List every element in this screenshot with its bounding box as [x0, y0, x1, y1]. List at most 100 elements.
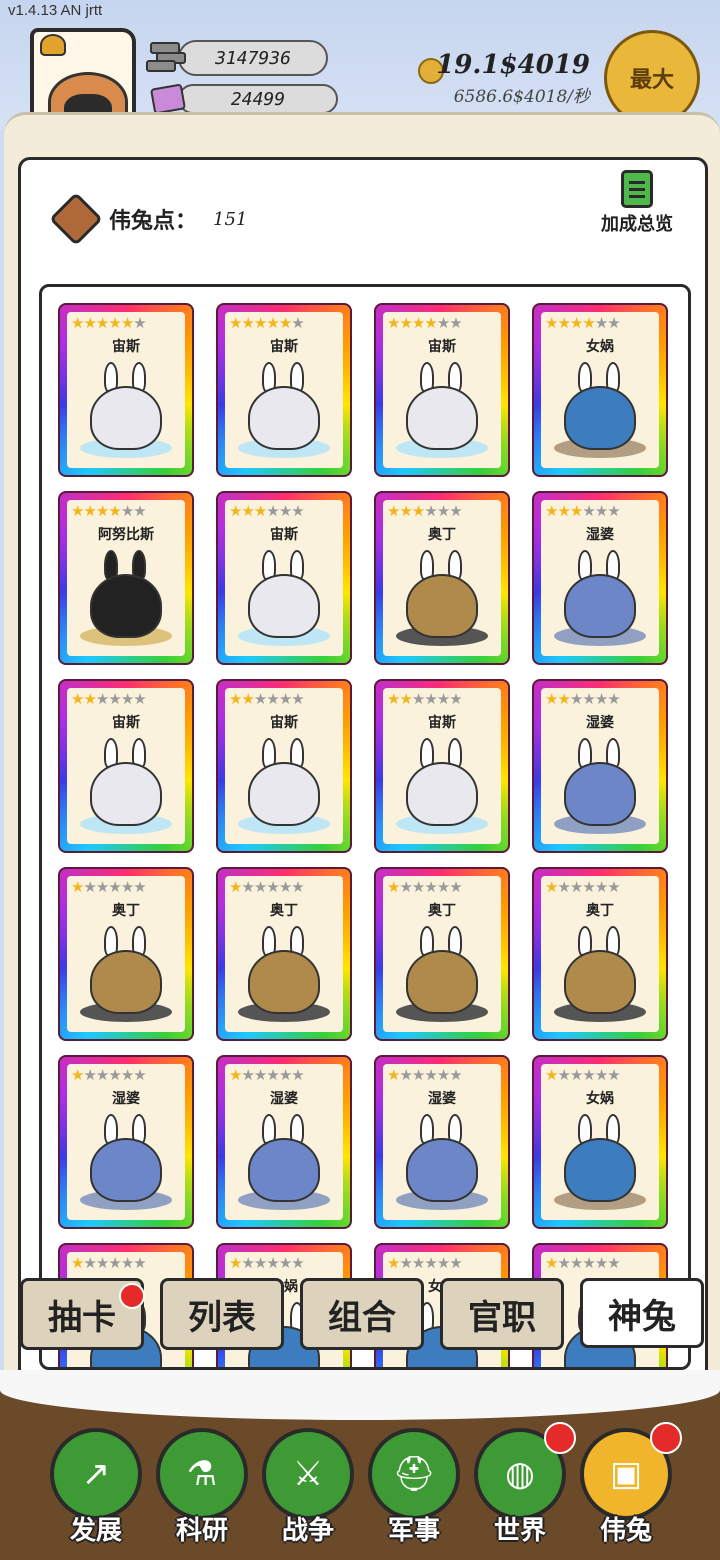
star-rating: ★★★★★★: [229, 690, 305, 708]
card-inner: ★★★★★★ 宙斯: [67, 688, 185, 844]
card-inner: ★★★★★★ 奥丁: [383, 500, 501, 656]
star-icon: ★: [95, 314, 109, 332]
nav-label: 发展: [69, 1516, 122, 1546]
star-icon: ★: [557, 502, 570, 520]
star-icon: ★: [582, 502, 595, 520]
star-icon: ★: [594, 502, 608, 520]
card-inner: ★★★★★★ 湿婆: [225, 1064, 343, 1220]
star-icon: ★: [607, 502, 620, 520]
odin-rabbit-icon: [396, 548, 488, 648]
star-rating: ★★★★★★: [71, 502, 147, 520]
card-name: 湿婆: [270, 1091, 298, 1107]
star-icon: ★: [436, 1066, 450, 1084]
god-card[interactable]: ★★★★★★ 湿婆: [216, 1055, 352, 1229]
god-card[interactable]: ★★★★★★ 宙斯: [58, 679, 194, 853]
avatar[interactable]: [30, 28, 136, 124]
silver-ingot-icon: [146, 40, 188, 74]
card-name: 宙斯: [428, 339, 456, 355]
god-card[interactable]: ★★★★★★女娲: [532, 1055, 668, 1229]
god-card[interactable]: ★★★★★★ 奥丁: [216, 867, 352, 1041]
nav-label: 科研: [175, 1516, 228, 1546]
god-card[interactable]: ★★★★★★ 湿婆: [58, 1055, 194, 1229]
nav-item-3[interactable]: ⛑ 军事: [366, 1428, 462, 1547]
star-rating: ★★★★★★: [387, 1254, 463, 1272]
card-inner: ★★★★★★女娲: [541, 312, 659, 468]
tab-0[interactable]: 抽卡: [20, 1278, 145, 1350]
god-card[interactable]: ★★★★★★ 宙斯: [216, 303, 352, 477]
god-card[interactable]: ★★★★★★ 宙斯: [58, 303, 194, 477]
star-icon: ★: [399, 1066, 412, 1084]
notification-dot: [544, 1422, 576, 1454]
arrow-icon: ↗: [50, 1428, 142, 1520]
god-card[interactable]: ★★★★★★ 湿婆: [532, 491, 668, 665]
star-rating: ★★★★★★: [229, 1066, 305, 1084]
card-grid-frame[interactable]: ★★★★★★ 宙斯 ★★★★★★ 宙斯 ★★★★★★ 宙斯 ★★★★★★ 女娲 ★★★★★★ 阿努…: [39, 284, 691, 1370]
card-name: 奥丁: [428, 903, 456, 919]
shiva-rabbit-icon: [80, 1112, 172, 1212]
god-card[interactable]: ★★★★★★女娲: [532, 303, 668, 477]
star-icon: ★: [229, 314, 242, 332]
star-icon: ★: [607, 878, 620, 896]
star-icon: ★: [229, 878, 242, 896]
god-card[interactable]: ★★★★★★ 奥丁: [58, 867, 194, 1041]
star-icon: ★: [266, 690, 279, 708]
god-card[interactable]: ★★★★★★ 奥丁: [374, 491, 510, 665]
star-icon: ★: [229, 690, 242, 708]
nav-item-5[interactable]: ▣ 伟兔: [578, 1422, 682, 1547]
god-card[interactable]: ★★★★★★ 宙斯: [374, 303, 510, 477]
odin-rabbit-icon: [396, 924, 488, 1024]
card-inner: ★★★★★★ 奥丁: [383, 876, 501, 1032]
god-card[interactable]: ★★★★★★ 湿婆: [532, 679, 668, 853]
god-card[interactable]: ★★★★★★ 阿努比斯: [58, 491, 194, 665]
shiva-rabbit-icon: [238, 1112, 330, 1212]
star-icon: ★: [557, 878, 570, 896]
star-icon: ★: [120, 878, 134, 896]
god-card[interactable]: ★★★★★★ 湿婆: [374, 1055, 510, 1229]
points-label: 伟兔点：: [109, 209, 198, 234]
star-icon: ★: [424, 878, 437, 896]
star-icon: ★: [83, 502, 96, 520]
god-card[interactable]: ★★★★★★ 宙斯: [374, 679, 510, 853]
card-inner: ★★★★★★ 宙斯: [67, 312, 185, 468]
tab-1[interactable]: 列表: [160, 1278, 284, 1350]
card-inner: ★★★★★★ 阿努比斯: [67, 500, 185, 656]
star-icon: ★: [607, 1254, 620, 1272]
god-card[interactable]: ★★★★★★ 奥丁: [374, 867, 510, 1041]
star-icon: ★: [399, 878, 412, 896]
nav-item-4[interactable]: ◍ 世界: [472, 1422, 576, 1547]
tab-3[interactable]: 官职: [440, 1278, 564, 1350]
nav-item-0[interactable]: ↗ 发展: [48, 1428, 144, 1547]
star-icon: ★: [83, 1254, 96, 1272]
star-rating: ★★★★★★: [387, 878, 463, 896]
star-icon: ★: [253, 1066, 267, 1084]
star-icon: ★: [411, 1254, 425, 1272]
card-inner: ★★★★★★ 宙斯: [383, 688, 501, 844]
star-icon: ★: [95, 690, 109, 708]
star-icon: ★: [594, 1254, 608, 1272]
bonus-overview-button[interactable]: 加成总览: [587, 170, 687, 240]
tab-4[interactable]: 神兔: [580, 1278, 704, 1348]
star-icon: ★: [411, 502, 425, 520]
card-name: 湿婆: [586, 715, 614, 731]
star-icon: ★: [241, 878, 254, 896]
star-icon: ★: [253, 878, 267, 896]
god-card[interactable]: ★★★★★★ 宙斯: [216, 679, 352, 853]
star-icon: ★: [436, 690, 450, 708]
card-inner: ★★★★★★女娲: [541, 1064, 659, 1220]
anubis-rabbit-icon: [80, 548, 172, 648]
tab-2[interactable]: 组合: [300, 1278, 424, 1350]
star-icon: ★: [545, 690, 558, 708]
star-icon: ★: [266, 1066, 279, 1084]
card-inner: ★★★★★★ 奥丁: [67, 876, 185, 1032]
star-icon: ★: [278, 502, 292, 520]
god-card[interactable]: ★★★★★★ 宙斯: [216, 491, 352, 665]
god-card[interactable]: ★★★★★★ 奥丁: [532, 867, 668, 1041]
nav-item-2[interactable]: ⚔ 战争: [260, 1428, 356, 1547]
nav-item-1[interactable]: ⚗ 科研: [154, 1428, 250, 1547]
star-icon: ★: [133, 1066, 146, 1084]
star-icon: ★: [594, 314, 608, 332]
star-icon: ★: [436, 878, 450, 896]
nuwa-rabbit-icon: [554, 1112, 646, 1212]
star-icon: ★: [557, 1254, 570, 1272]
star-icon: ★: [83, 878, 96, 896]
